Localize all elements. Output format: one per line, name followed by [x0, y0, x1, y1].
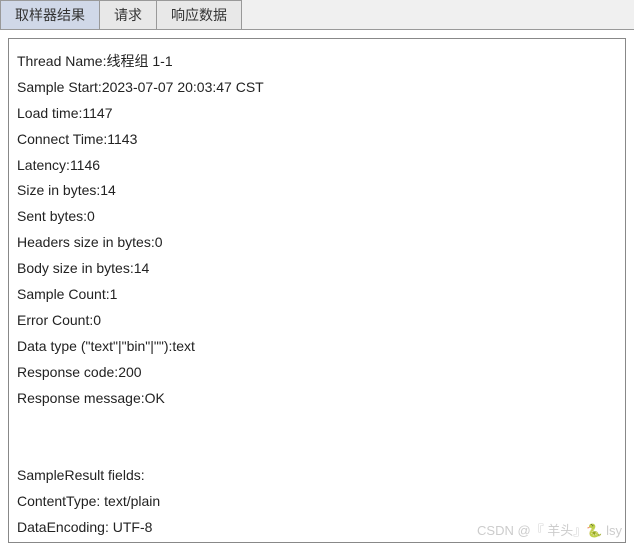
connect-time-label: Connect Time:: [17, 131, 107, 147]
sample-count-line: Sample Count:1: [17, 282, 617, 308]
response-message-label: Response message:: [17, 390, 145, 406]
headers-size-line: Headers size in bytes:0: [17, 230, 617, 256]
blank-line: [17, 437, 617, 463]
error-count-label: Error Count:: [17, 312, 93, 328]
data-type-label: Data type ("text"|"bin"|""):: [17, 338, 172, 354]
sample-start-line: Sample Start:2023-07-07 20:03:47 CST: [17, 75, 617, 101]
sample-count-value: 1: [110, 286, 118, 302]
sample-count-label: Sample Count:: [17, 286, 110, 302]
body-size-line: Body size in bytes:14: [17, 256, 617, 282]
error-count-line: Error Count:0: [17, 308, 617, 334]
sampleresult-fields-label: SampleResult fields:: [17, 467, 145, 483]
error-count-value: 0: [93, 312, 101, 328]
sent-bytes-line: Sent bytes:0: [17, 204, 617, 230]
size-in-bytes-label: Size in bytes:: [17, 182, 100, 198]
results-panel: 取样器结果 请求 响应数据 Thread Name:线程组 1-1 Sample…: [0, 0, 634, 549]
sampleresult-fields-line: SampleResult fields:: [17, 463, 617, 489]
body-size-value: 14: [134, 260, 150, 276]
tab-request[interactable]: 请求: [99, 0, 157, 29]
thread-name-line: Thread Name:线程组 1-1: [17, 49, 617, 75]
latency-label: Latency:: [17, 157, 70, 173]
data-type-value: text: [172, 338, 195, 354]
latency-line: Latency:1146: [17, 153, 617, 179]
size-in-bytes-value: 14: [100, 182, 116, 198]
response-code-label: Response code:: [17, 364, 118, 380]
sample-start-value: 2023-07-07 20:03:47 CST: [102, 79, 264, 95]
data-type-line: Data type ("text"|"bin"|""):text: [17, 334, 617, 360]
latency-value: 1146: [70, 157, 100, 173]
content-type-label: ContentType:: [17, 493, 104, 509]
data-encoding-label: DataEncoding:: [17, 519, 113, 535]
data-encoding-value: UTF-8: [113, 519, 153, 535]
load-time-value: 1147: [82, 105, 112, 121]
thread-name-label: Thread Name:: [17, 53, 106, 69]
connect-time-line: Connect Time:1143: [17, 127, 617, 153]
connect-time-value: 1143: [107, 131, 137, 147]
sent-bytes-value: 0: [87, 208, 95, 224]
response-message-value: OK: [145, 390, 165, 406]
content-type-value: text/plain: [104, 493, 160, 509]
sent-bytes-label: Sent bytes:: [17, 208, 87, 224]
headers-size-label: Headers size in bytes:: [17, 234, 155, 250]
tab-response-data[interactable]: 响应数据: [156, 0, 242, 29]
content-type-line: ContentType: text/plain: [17, 489, 617, 515]
sample-start-label: Sample Start:: [17, 79, 102, 95]
sampler-result-content: Thread Name:线程组 1-1 Sample Start:2023-07…: [8, 38, 626, 543]
load-time-label: Load time:: [17, 105, 82, 121]
content-wrapper: Thread Name:线程组 1-1 Sample Start:2023-07…: [0, 30, 634, 551]
response-code-line: Response code:200: [17, 360, 617, 386]
tabs-bar: 取样器结果 请求 响应数据: [0, 0, 634, 30]
body-size-label: Body size in bytes:: [17, 260, 134, 276]
size-in-bytes-line: Size in bytes:14: [17, 178, 617, 204]
response-message-line: Response message:OK: [17, 386, 617, 412]
load-time-line: Load time:1147: [17, 101, 617, 127]
data-encoding-line: DataEncoding: UTF-8: [17, 515, 617, 541]
tab-sampler-result[interactable]: 取样器结果: [0, 0, 100, 29]
response-code-value: 200: [118, 364, 141, 380]
thread-name-value: 线程组 1-1: [106, 53, 172, 69]
headers-size-value: 0: [155, 234, 163, 250]
blank-line: [17, 411, 617, 437]
